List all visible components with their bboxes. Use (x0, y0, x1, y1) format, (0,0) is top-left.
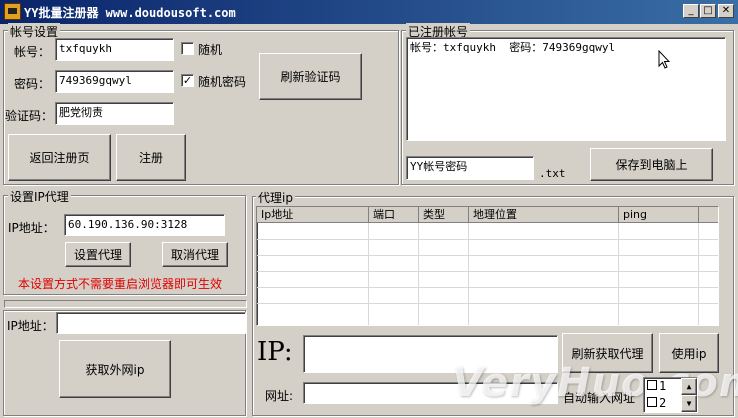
filename-input[interactable]: YY帐号密码 (406, 156, 534, 180)
app-icon (4, 3, 21, 20)
password-input[interactable]: 749369gqwyl (55, 70, 174, 93)
minimize-button[interactable]: _ (683, 4, 699, 18)
grid-col-line (418, 223, 419, 325)
random-password-checkbox[interactable]: ✓ (181, 74, 194, 87)
captcha-input[interactable]: 肥党彻责 (55, 102, 174, 125)
random-password-label: 随机密码 (198, 75, 247, 89)
divider-bar (4, 300, 247, 308)
grid-row-line (257, 303, 718, 304)
maximize-button[interactable]: □ (700, 4, 716, 18)
column-header-type[interactable]: 类型 (419, 207, 469, 223)
back-to-register-button[interactable]: 返回注册页 (8, 134, 111, 181)
random-checkbox[interactable] (181, 42, 194, 55)
refresh-captcha-button[interactable]: 刷新验证码 (259, 53, 362, 100)
proxy-settings-legend: 设置IP代理 (8, 188, 71, 205)
captcha-label: 验证码： (5, 109, 54, 123)
column-header-ip[interactable]: Ip地址 (257, 207, 369, 223)
proxy-list-table[interactable]: Ip地址 端口 类型 地理位置 ping (256, 206, 719, 326)
spinner-item-2[interactable]: 2 (659, 395, 666, 411)
window-title: YY批量注册器 www.doudousoft.com (24, 6, 236, 20)
grid-row-line (257, 271, 718, 272)
url-label: 网址: (265, 389, 294, 403)
proxy-ip-label: IP地址： (8, 221, 55, 235)
external-ip-input[interactable] (56, 312, 246, 334)
proxy-list-legend: 代理ip (256, 189, 295, 206)
grid-row-line (257, 287, 718, 288)
grid-col-line (698, 223, 699, 325)
proxy-ip-input[interactable]: 60.190.136.90:3128 (64, 214, 225, 236)
grid-row-line (257, 239, 718, 240)
mouse-cursor-icon (658, 50, 670, 69)
spinner-down-button[interactable]: ▼ (681, 395, 697, 412)
grid-col-line (468, 223, 469, 325)
account-input[interactable]: txfquykh (55, 38, 174, 61)
spinner-item-2-checkbox[interactable] (647, 397, 657, 407)
file-extension-label: .txt (539, 167, 566, 180)
spinner-up-button[interactable]: ▲ (681, 378, 697, 395)
spinner-item-1[interactable]: 1 (659, 378, 666, 394)
proxy-notice-text: 本设置方式不需要重启浏览器即可生效 (18, 277, 223, 291)
grid-row-line (257, 255, 718, 256)
get-external-ip-button[interactable]: 获取外网ip (59, 340, 171, 398)
external-ip-label: IP地址： (7, 319, 54, 333)
column-header-port[interactable]: 端口 (369, 207, 419, 223)
password-label: 密码： (14, 77, 51, 91)
account-label: 帐号： (14, 45, 51, 59)
registered-accounts-textarea[interactable]: 帐号：txfquykh 密码：749369gqwyl (406, 37, 726, 141)
grid-col-line (618, 223, 619, 325)
auto-input-spinner[interactable]: 1 2 ▲ ▼ (643, 377, 698, 413)
close-button[interactable]: ✕ (718, 4, 734, 18)
account-settings-legend: 帐号设置 (8, 23, 61, 40)
grid-col-line (368, 223, 369, 325)
spinner-item-1-checkbox[interactable] (647, 380, 657, 390)
register-button[interactable]: 注册 (116, 134, 186, 181)
column-header-filler (699, 207, 718, 223)
column-header-location[interactable]: 地理位置 (469, 207, 619, 223)
ip-big-label: IP: (257, 337, 293, 367)
cancel-proxy-button[interactable]: 取消代理 (162, 242, 228, 267)
random-label: 随机 (198, 43, 223, 57)
save-to-computer-button[interactable]: 保存到电脑上 (590, 148, 713, 181)
title-bar: YY批量注册器 www.doudousoft.com _ □ ✕ (0, 0, 738, 24)
set-proxy-button[interactable]: 设置代理 (65, 242, 131, 267)
column-header-ping[interactable]: ping (619, 207, 699, 223)
